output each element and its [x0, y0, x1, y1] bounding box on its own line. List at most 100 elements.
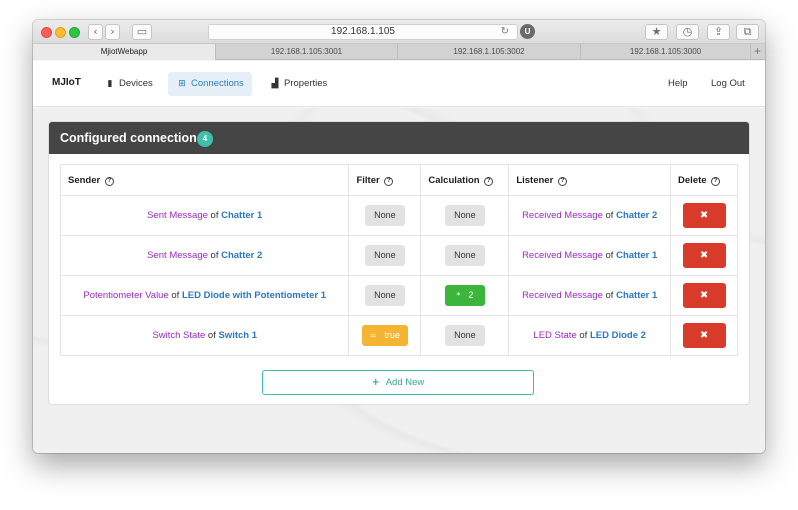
filter-button[interactable]: = true [361, 325, 409, 346]
delete-button[interactable]: ✖ [682, 323, 726, 348]
help-icon[interactable]: ? [484, 176, 494, 186]
listener-property-link[interactable]: Received Message [522, 210, 603, 221]
sitemap-icon: ⊞ [178, 79, 186, 89]
chart-icon: ▟ [271, 79, 279, 89]
add-new-button[interactable]: + Add New [262, 370, 534, 395]
sender-property-link[interactable]: Sent Message [147, 210, 208, 221]
browser-toolbar: ‹ › ▭ 192.168.1.105 ↻ U ★ ◷ ⇪ ⧉ [33, 20, 765, 44]
tab-3002[interactable]: 192.168.1.105:3002 [398, 44, 581, 60]
delete-icon: ✖ [699, 330, 709, 341]
filter-cell: None [348, 195, 422, 236]
zoom-window-button[interactable] [69, 27, 80, 38]
col-filter: Filter ? [348, 164, 422, 196]
help-icon[interactable]: ? [711, 176, 721, 186]
nav-properties[interactable]: ▟ Properties [261, 72, 335, 96]
calculation-cell: None [420, 315, 510, 356]
sender-property-link[interactable]: Sent Message [147, 250, 208, 261]
reload-icon[interactable]: ↻ [501, 25, 509, 39]
filter-cell: = true [348, 315, 422, 356]
col-sender-label: Sender [68, 174, 101, 186]
nav-connections[interactable]: ⊞ Connections [168, 72, 252, 96]
tab-mjiotwebapp[interactable]: MjiotWebapp [33, 44, 216, 60]
new-tab-button[interactable]: + [754, 44, 761, 59]
filter-button[interactable]: None [364, 205, 405, 226]
table-row: Potentiometer Value of LED Diode with Po… [59, 275, 738, 316]
help-icon[interactable]: ? [384, 176, 394, 186]
nav-logout[interactable]: Log Out [703, 72, 753, 96]
tab-3000[interactable]: 192.168.1.105:3000 [581, 44, 751, 60]
of-text: of [210, 250, 219, 261]
delete-icon: ✖ [699, 250, 709, 261]
forward-button[interactable]: › [105, 24, 120, 40]
filter-value: None [374, 210, 396, 220]
close-window-button[interactable] [41, 27, 52, 38]
add-new-label: Add New [385, 377, 425, 388]
help-icon[interactable]: ? [104, 176, 114, 186]
device-icon: ▮ [107, 79, 113, 89]
help-icon[interactable]: ? [557, 176, 567, 186]
sender-cell: Sent Message of Chatter 2 [59, 235, 350, 276]
nav-devices[interactable]: ▮ Devices [96, 72, 161, 96]
of-text: of [207, 330, 216, 341]
delete-button[interactable]: ✖ [682, 283, 726, 308]
sender-cell: Potentiometer Value of LED Diode with Po… [59, 275, 350, 316]
sender-property-link[interactable]: Switch State [152, 330, 205, 341]
listener-property-link[interactable]: LED State [533, 330, 576, 341]
filter-button[interactable]: None [364, 285, 405, 306]
listener-cell: Received Message of Chatter 1 [508, 275, 672, 316]
listener-device-link[interactable]: Chatter 1 [616, 250, 657, 261]
tab-3001[interactable]: 192.168.1.105:3001 [216, 44, 398, 60]
filter-button[interactable]: None [364, 245, 405, 266]
col-delete-label: Delete [678, 174, 707, 186]
listener-property-link[interactable]: Received Message [522, 250, 603, 261]
brand-logo[interactable]: MJIoT [52, 77, 81, 88]
table-header-row: Sender ? Filter ? Calculation ? Listener… [59, 164, 738, 196]
address-bar[interactable]: 192.168.1.105 ↻ [208, 24, 518, 40]
back-button[interactable]: ‹ [88, 24, 103, 40]
listener-cell: LED State of LED Diode 2 [508, 315, 672, 356]
minimize-window-button[interactable] [55, 27, 66, 38]
calculation-value: 2 [468, 290, 474, 300]
filter-cell: None [348, 275, 422, 316]
nav-properties-label: Properties [284, 78, 328, 89]
sender-device-link[interactable]: Chatter 2 [221, 250, 262, 261]
calculation-button[interactable]: * 2 [444, 285, 485, 306]
listener-device-link[interactable]: LED Diode 2 [590, 330, 646, 341]
filter-value: None [374, 250, 396, 260]
extension-icon[interactable]: U [520, 24, 535, 39]
of-text: of [210, 210, 219, 221]
sender-cell: Sent Message of Chatter 1 [59, 195, 350, 236]
calculation-cell: None [420, 195, 510, 236]
delete-button[interactable]: ✖ [682, 203, 726, 228]
sender-device-link[interactable]: Chatter 1 [221, 210, 262, 221]
history-clock-icon[interactable]: ◷ [676, 24, 699, 40]
sidebar-toggle-icon[interactable]: ▭ [132, 24, 152, 40]
main-content: Configured connections 4 Sender ? Filter… [33, 108, 765, 453]
listener-property-link[interactable]: Received Message [522, 290, 603, 301]
table-row: Sent Message of Chatter 2 None None Rece… [59, 235, 738, 276]
delete-cell: ✖ [670, 235, 738, 276]
sender-property-link[interactable]: Potentiometer Value [83, 290, 168, 301]
of-text: of [605, 210, 614, 221]
delete-button[interactable]: ✖ [682, 243, 726, 268]
plus-icon: + [371, 377, 380, 388]
equals-icon: = [369, 331, 377, 340]
tabs-overview-icon[interactable]: ⧉ [736, 24, 759, 40]
sender-device-link[interactable]: Switch 1 [218, 330, 257, 341]
listener-cell: Received Message of Chatter 2 [508, 195, 672, 236]
calculation-value: None [454, 210, 476, 220]
calculation-button[interactable]: None [444, 245, 485, 266]
listener-device-link[interactable]: Chatter 2 [616, 210, 657, 221]
table-row: Switch State of Switch 1 = true None LED … [59, 315, 738, 356]
share-icon[interactable]: ⇪ [707, 24, 730, 40]
sender-device-link[interactable]: LED Diode with Potentiometer 1 [182, 290, 326, 301]
filter-value: None [374, 290, 396, 300]
nav-help[interactable]: Help [660, 72, 696, 96]
col-filter-label: Filter [356, 174, 380, 186]
nav-connections-label: Connections [191, 78, 244, 89]
of-text: of [605, 250, 614, 261]
listener-device-link[interactable]: Chatter 1 [616, 290, 657, 301]
calculation-button[interactable]: None [444, 325, 485, 346]
bookmark-star-icon[interactable]: ★ [645, 24, 668, 40]
calculation-button[interactable]: None [444, 205, 485, 226]
